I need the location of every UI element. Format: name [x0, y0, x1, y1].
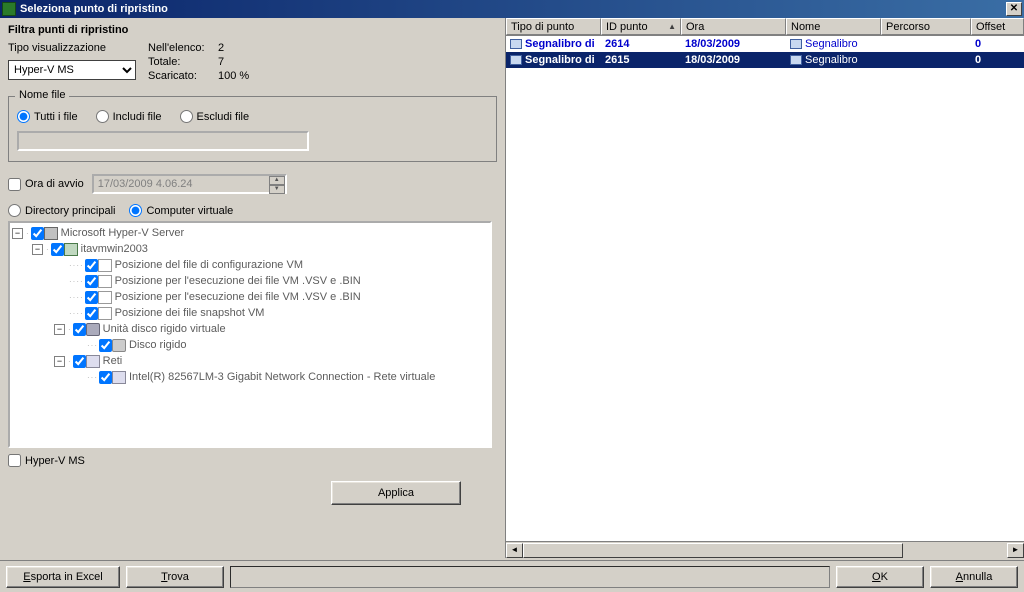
document-icon	[98, 275, 112, 288]
close-button[interactable]: ✕	[1006, 2, 1022, 16]
find-button[interactable]: Trova	[126, 566, 224, 588]
radio-main-dirs[interactable]: Directory principali	[8, 204, 115, 217]
collapse-icon[interactable]: −	[54, 356, 65, 367]
in-list-label: Nell'elenco:	[148, 42, 218, 54]
radio-exclude-files[interactable]: Escludi file	[180, 110, 250, 123]
filename-input[interactable]	[17, 131, 309, 151]
downloaded-label: Scaricato:	[148, 70, 218, 82]
col-offset[interactable]: Offset	[971, 18, 1024, 35]
tree-check[interactable]	[31, 227, 44, 240]
apply-button[interactable]: Applica	[331, 481, 461, 505]
filter-panel: Filtra punti di ripristino Tipo visualiz…	[0, 18, 505, 558]
scroll-thumb[interactable]	[523, 543, 903, 558]
restore-points-table: Tipo di punto ID punto▲ Ora Nome Percors…	[505, 18, 1024, 558]
start-time-checkbox[interactable]: Ora di avvio	[8, 178, 84, 191]
vm-tree[interactable]: −·Microsoft Hyper-V Server −·itavmwin200…	[8, 221, 492, 448]
collapse-icon[interactable]: −	[12, 228, 23, 239]
tree-item[interactable]: Posizione del file di configurazione VM	[115, 259, 303, 271]
spinner-down-icon[interactable]: ▼	[269, 185, 285, 194]
network-icon	[86, 355, 100, 368]
col-path[interactable]: Percorso	[881, 18, 971, 35]
tree-item[interactable]: Reti	[103, 355, 123, 367]
ok-button[interactable]: OK	[836, 566, 924, 588]
tree-check[interactable]	[85, 275, 98, 288]
tree-vm[interactable]: itavmwin2003	[81, 243, 148, 255]
harddisk-icon	[112, 339, 126, 352]
window-title: Seleziona punto di ripristino	[20, 3, 1006, 15]
filename-groupbox: Nome file Tutti i file Includi file Escl…	[8, 96, 497, 162]
table-header: Tipo di punto ID punto▲ Ora Nome Percors…	[506, 18, 1024, 36]
bookmark-icon	[510, 55, 522, 65]
tree-item[interactable]: Unità disco rigido virtuale	[103, 323, 226, 335]
tree-check[interactable]	[85, 259, 98, 272]
vm-icon	[64, 243, 78, 256]
tree-item[interactable]: Intel(R) 82567LM-3 Gigabit Network Conne…	[129, 371, 435, 383]
time-spinner[interactable]: ▲ ▼	[269, 176, 285, 192]
start-time-field[interactable]: 17/03/2009 4.06.24 ▲ ▼	[92, 174, 287, 194]
status-bar	[230, 566, 830, 588]
tree-root[interactable]: Microsoft Hyper-V Server	[61, 227, 184, 239]
col-type[interactable]: Tipo di punto	[506, 18, 601, 35]
filter-section-title: Filtra punti di ripristino	[8, 24, 497, 36]
collapse-icon[interactable]: −	[54, 324, 65, 335]
total-value: 7	[218, 56, 224, 68]
tree-check[interactable]	[85, 291, 98, 304]
table-row[interactable]: Segnalibro di261418/03/2009Segnalibro0	[506, 36, 1024, 52]
app-icon	[2, 2, 16, 16]
tree-check[interactable]	[99, 339, 112, 352]
document-icon	[98, 307, 112, 320]
bottom-bar: Esporta in Excel Trova OK Annulla	[0, 560, 1024, 592]
tree-check[interactable]	[85, 307, 98, 320]
tree-check[interactable]	[99, 371, 112, 384]
tree-check[interactable]	[73, 323, 86, 336]
document-icon	[98, 259, 112, 272]
collapse-icon[interactable]: −	[32, 244, 43, 255]
scroll-left-icon[interactable]: ◄	[506, 543, 523, 558]
col-time[interactable]: Ora	[681, 18, 786, 35]
display-type-label: Tipo visualizzazione	[8, 42, 148, 54]
server-icon	[44, 227, 58, 240]
tree-item[interactable]: Posizione dei file snapshot VM	[115, 307, 265, 319]
bookmark-icon	[510, 39, 522, 49]
radio-virtual-computer[interactable]: Computer virtuale	[129, 204, 233, 217]
disk-icon	[86, 323, 100, 336]
cancel-button[interactable]: Annulla	[930, 566, 1018, 588]
scroll-right-icon[interactable]: ►	[1007, 543, 1024, 558]
hyperv-ms-checkbox[interactable]: Hyper-V MS	[8, 454, 497, 467]
document-icon	[98, 291, 112, 304]
bookmark-icon	[790, 55, 802, 65]
table-row[interactable]: Segnalibro di261518/03/2009Segnalibro0	[506, 52, 1024, 68]
radio-include-files[interactable]: Includi file	[96, 110, 162, 123]
nic-icon	[112, 371, 126, 384]
bookmark-icon	[790, 39, 802, 49]
downloaded-value: 100 %	[218, 70, 249, 82]
tree-item[interactable]: Disco rigido	[129, 339, 186, 351]
export-excel-button[interactable]: Esporta in Excel	[6, 566, 120, 588]
tree-check[interactable]	[73, 355, 86, 368]
radio-all-files[interactable]: Tutti i file	[17, 110, 78, 123]
filename-legend: Nome file	[15, 89, 69, 101]
tree-check[interactable]	[51, 243, 64, 256]
col-id[interactable]: ID punto▲	[601, 18, 681, 35]
titlebar: Seleziona punto di ripristino ✕	[0, 0, 1024, 18]
col-name[interactable]: Nome	[786, 18, 881, 35]
spinner-up-icon[interactable]: ▲	[269, 176, 285, 185]
tree-item[interactable]: Posizione per l'esecuzione dei file VM .…	[115, 291, 361, 303]
display-type-select[interactable]: Hyper-V MS	[8, 60, 136, 80]
tree-item[interactable]: Posizione per l'esecuzione dei file VM .…	[115, 275, 361, 287]
horizontal-scrollbar[interactable]: ◄ ►	[506, 541, 1024, 558]
sort-asc-icon: ▲	[668, 22, 676, 31]
total-label: Totale:	[148, 56, 218, 68]
in-list-value: 2	[218, 42, 224, 54]
